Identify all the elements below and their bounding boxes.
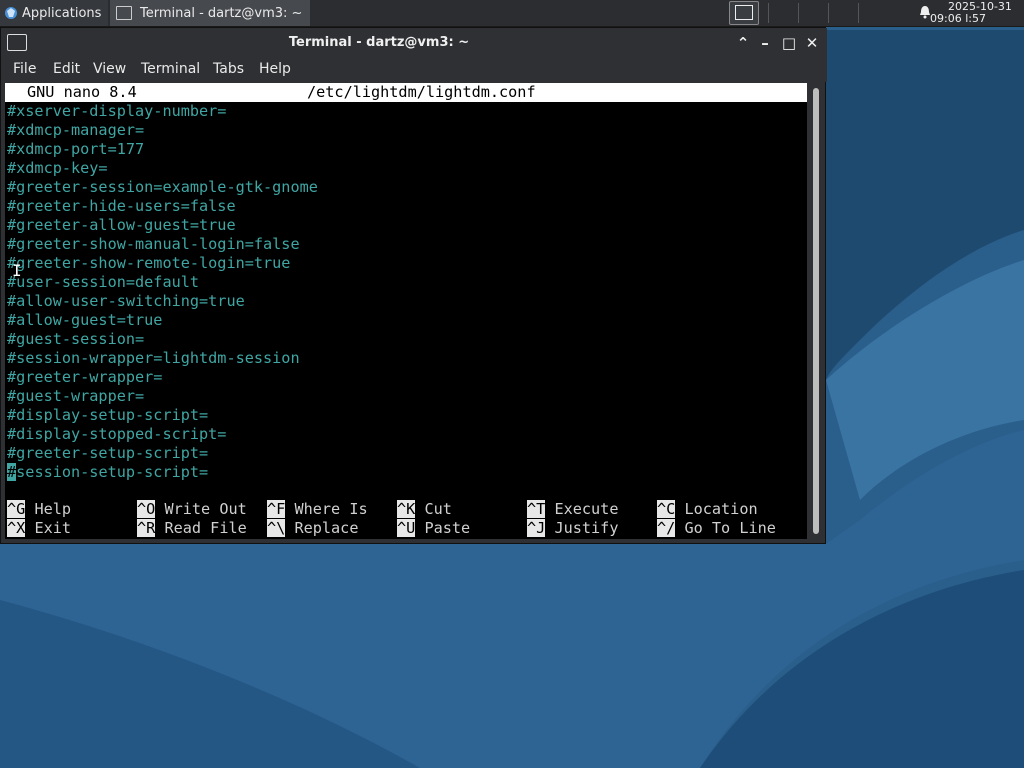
file-line: #user-session=default [7,273,200,291]
file-line: #xdmcp-port=177 [7,140,145,158]
scrollbar-thumb[interactable] [813,88,819,534]
text-cursor: # [7,463,17,481]
taskbar-item-terminal[interactable]: Terminal - dartz@vm3: ~ [110,0,310,26]
file-lines: #xserver-display-number= #xdmcp-manager=… [7,102,318,482]
nano-filename: /etc/lightdm/lightdm.conf [307,83,536,101]
shortcut-execute: ^T Execute [527,500,619,518]
nano-shortcut-bar: ^G Help ^O Write Out ^F Where Is ^K Cut … [7,500,807,538]
menu-help[interactable]: Help [259,61,291,77]
shortcut-paste: ^U Paste [397,519,471,537]
panel-separator [768,3,769,23]
panel-separator [858,3,859,23]
file-line: #greeter-allow-guest=true [7,216,236,234]
file-line: #greeter-wrapper= [7,368,163,386]
terminal-icon [116,6,132,20]
window-title: Terminal - dartz@vm3: ~ [288,35,470,50]
file-line-current: #session-setup-script= [7,463,318,482]
file-line: #guest-wrapper= [7,387,145,405]
current-line-text: session-setup-script= [16,463,209,481]
taskbar-item-label: Terminal - dartz@vm3: ~ [140,5,303,21]
file-line: #session-wrapper=lightdm-session [7,349,300,367]
menu-edit[interactable]: Edit [53,61,80,77]
terminal-scrollbar[interactable] [809,83,825,539]
file-line: #greeter-show-manual-login=false [7,235,300,253]
panel-separator [798,3,799,23]
xfce-logo-icon [5,7,17,19]
file-line: #display-stopped-script= [7,425,227,443]
terminal-launcher-icon[interactable] [729,1,759,25]
terminal-content[interactable]: GNU nano 8.4 /etc/lightdm/lightdm.conf #… [5,83,807,539]
file-line: #xdmcp-manager= [7,121,145,139]
clock-time: 09:06 l:57 [930,12,986,25]
maximize-window-button[interactable]: □ [780,34,798,52]
shortcut-replace: ^\ Replace [267,519,359,537]
shortcut-where-is: ^F Where Is [267,500,368,518]
file-line: #guest-session= [7,330,145,348]
menu-file[interactable]: File [13,61,36,77]
shortcut-go-to-line: ^/ Go To Line [657,519,776,537]
file-line: #greeter-hide-users=false [7,197,236,215]
applications-menu-button[interactable]: Applications [0,0,108,26]
nano-title-bar: GNU nano 8.4 /etc/lightdm/lightdm.conf [5,83,807,102]
close-window-button[interactable]: ✕ [803,34,821,52]
top-panel: Applications Terminal - dartz@vm3: ~ 202… [0,0,1024,27]
file-line: #greeter-show-remote-login=true [7,254,291,272]
terminal-window: Terminal - dartz@vm3: ~ ⌃ – □ ✕ File Edi… [0,27,827,544]
shortcut-help: ^G Help [7,500,72,518]
file-line: #greeter-session=example-gtk-gnome [7,178,318,196]
shortcut-exit: ^X Exit [7,519,72,537]
panel-clock[interactable]: 2025-10-31 09:06 l:57 [930,1,1012,25]
file-line: #display-setup-script= [7,406,209,424]
file-line: #allow-guest=true [7,311,163,329]
menu-terminal[interactable]: Terminal [141,61,200,77]
file-line: #xdmcp-key= [7,159,108,177]
shade-window-button[interactable]: ⌃ [734,34,752,52]
nano-version: GNU nano 8.4 [27,83,137,101]
shortcut-location: ^C Location [657,500,758,518]
shortcut-write-out: ^O Write Out [137,500,247,518]
minimize-window-button[interactable]: – [756,34,774,52]
menu-tabs[interactable]: Tabs [213,61,244,77]
applications-label: Applications [22,5,102,21]
file-line: #greeter-setup-script= [7,444,209,462]
shortcut-cut: ^K Cut [397,500,452,518]
file-line: #allow-user-switching=true [7,292,245,310]
menu-view[interactable]: View [93,61,126,77]
panel-separator [828,3,829,23]
file-line: #xserver-display-number= [7,102,227,120]
shortcut-justify: ^J Justify [527,519,619,537]
menu-bar: File Edit View Terminal Tabs Help [1,58,827,82]
window-titlebar[interactable]: Terminal - dartz@vm3: ~ ⌃ – □ ✕ [1,28,827,58]
text-select-cursor-icon: I [12,261,22,280]
shortcut-read-file: ^R Read File [137,519,247,537]
